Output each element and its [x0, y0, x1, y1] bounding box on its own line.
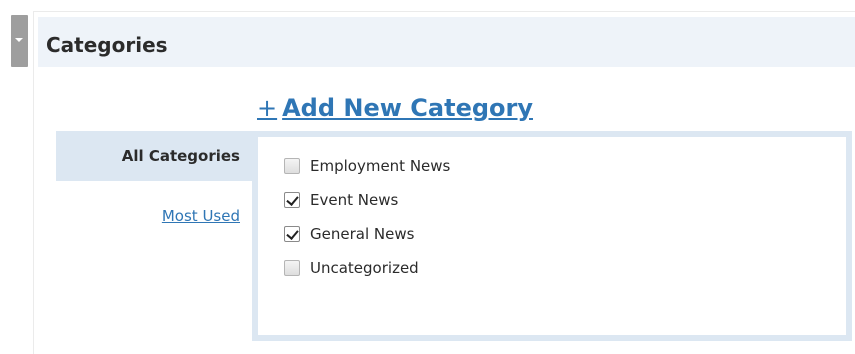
panel-title: Categories: [46, 33, 168, 57]
categories-metabox: Categories + Add New Category All Categor…: [0, 0, 855, 354]
category-item-event-news[interactable]: Event News: [284, 190, 398, 210]
category-checkbox[interactable]: [284, 192, 300, 208]
tab-all-categories[interactable]: All Categories: [56, 131, 252, 181]
category-checkbox[interactable]: [284, 158, 300, 174]
plus-icon: +: [257, 94, 278, 122]
category-checklist: Employment News Event News General News …: [252, 131, 852, 341]
category-label: Uncategorized: [310, 259, 419, 277]
category-label: Event News: [310, 191, 399, 209]
add-new-category-link[interactable]: + Add New Category: [257, 94, 533, 122]
collapse-toggle[interactable]: [11, 15, 28, 67]
add-new-category-label: Add New Category: [282, 94, 533, 122]
category-item-general-news[interactable]: General News: [284, 224, 414, 244]
panel-header: Categories: [38, 17, 855, 67]
category-item-employment-news[interactable]: Employment News: [284, 156, 450, 176]
category-checkbox[interactable]: [284, 260, 300, 276]
tab-most-used[interactable]: Most Used: [56, 207, 240, 225]
category-checkbox[interactable]: [284, 226, 300, 242]
category-item-uncategorized[interactable]: Uncategorized: [284, 258, 419, 278]
chevron-down-icon: [15, 38, 23, 42]
category-label: Employment News: [310, 157, 451, 175]
category-label: General News: [310, 225, 415, 243]
